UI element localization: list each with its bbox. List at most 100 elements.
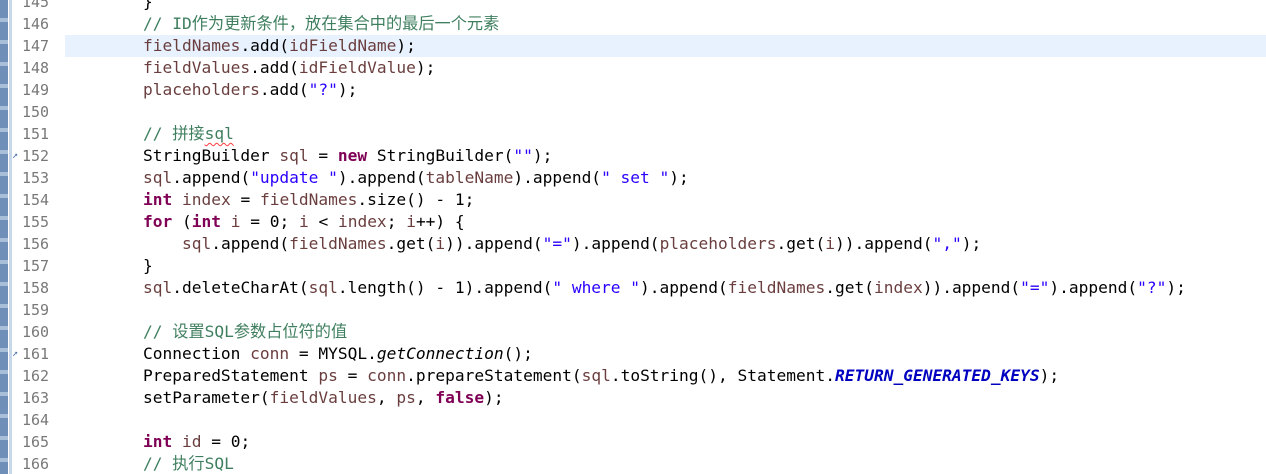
code-line-165[interactable]: 165 int id = 0; (0, 431, 1266, 453)
code-text[interactable]: int id = 0; (65, 431, 250, 453)
code-token: "=" (1020, 278, 1050, 297)
code-line-151[interactable]: 151 // 拼接sql (0, 123, 1266, 145)
code-line-154[interactable]: 154 int index = fieldNames.size() - 1; (0, 189, 1266, 211)
code-line-145[interactable]: 145 } (0, 0, 1266, 13)
code-token: .get( (386, 234, 436, 253)
line-number[interactable]: 147 (22, 35, 62, 57)
line-number[interactable]: 165 (22, 431, 62, 453)
code-token: tableName (425, 168, 514, 187)
code-token: Connection (142, 344, 251, 363)
line-number[interactable]: 153 (22, 167, 62, 189)
code-line-159[interactable]: 159 (0, 299, 1266, 321)
code-token: ps (318, 366, 338, 385)
code-token: i (435, 234, 446, 253)
code-token: for (142, 212, 173, 231)
code-line-153[interactable]: 153 sql.append("update ").append(tableNa… (0, 167, 1266, 189)
line-number[interactable]: 157 (22, 255, 62, 277)
code-token: placeholders (142, 80, 260, 99)
line-number[interactable]: 162 (22, 365, 62, 387)
code-line-166[interactable]: 166 // 执行SQL (0, 453, 1266, 474)
code-text[interactable]: for (int i = 0; i < index; i++) { (65, 211, 465, 233)
override-marker-icon[interactable]: ↗ (12, 151, 22, 161)
code-line-163[interactable]: 163 setParameter(fieldValues, ps, false)… (0, 387, 1266, 409)
code-token: = 0; (201, 432, 251, 451)
code-text[interactable]: fieldValues.add(idFieldValue); (65, 57, 435, 79)
code-text[interactable]: Connection conn = MYSQL.getConnection(); (65, 343, 533, 365)
line-number[interactable]: 150 (22, 101, 62, 123)
code-token: "update " (250, 168, 338, 187)
code-text[interactable]: // 拼接sql (65, 123, 234, 145)
code-token: "=" (542, 234, 572, 253)
line-number[interactable]: 159 (22, 299, 62, 321)
line-number[interactable]: 155 (22, 211, 62, 233)
line-number[interactable]: 148 (22, 57, 62, 79)
code-line-149[interactable]: 149 placeholders.add("?"); (0, 79, 1266, 101)
code-text[interactable]: setParameter(fieldValues, ps, false); (65, 387, 504, 409)
code-token: ); (532, 146, 553, 165)
line-number[interactable]: 154 (22, 189, 62, 211)
code-text[interactable]: sql.append(fieldNames.get(i)).append("="… (65, 233, 981, 255)
code-token: ).append( (337, 168, 426, 187)
code-text[interactable]: StringBuilder sql = new StringBuilder(""… (65, 145, 552, 167)
code-line-148[interactable]: 148 fieldValues.add(idFieldValue); (0, 57, 1266, 79)
code-line-152[interactable]: 152 ↗ StringBuilder sql = new StringBuild… (0, 145, 1266, 167)
code-token: ); (1166, 278, 1186, 297)
line-number[interactable]: 161 (22, 343, 62, 365)
override-marker-icon[interactable]: ↗ (12, 349, 22, 359)
code-text[interactable]: // 设置SQL参数占位符的值 (65, 321, 347, 343)
code-text[interactable]: } (65, 255, 153, 277)
code-token: "," (932, 234, 962, 253)
code-line-150[interactable]: 150 (0, 101, 1266, 123)
code-line-160[interactable]: 160 // 设置SQL参数占位符的值 (0, 321, 1266, 343)
code-text[interactable]: sql.deleteCharAt(sql.length() - 1).appen… (65, 277, 1186, 299)
code-token: ( (172, 212, 192, 231)
code-text[interactable]: // 执行SQL (65, 453, 234, 474)
code-text[interactable]: PreparedStatement ps = conn.prepareState… (65, 365, 1059, 387)
line-number[interactable]: 156 (22, 233, 62, 255)
code-text[interactable]: sql.append("update ").append(tableName).… (65, 167, 689, 189)
code-text[interactable]: // ID作为更新条件，放在集合中的最后一个元素 (65, 13, 499, 35)
code-text[interactable]: } (65, 0, 153, 13)
line-number[interactable]: 145 (22, 0, 62, 13)
code-token: id (181, 432, 202, 451)
code-text[interactable]: placeholders.add("?"); (65, 79, 357, 101)
code-token: } (142, 0, 153, 11)
line-number[interactable]: 151 (22, 123, 62, 145)
line-number[interactable]: 160 (22, 321, 62, 343)
code-token: conn (367, 366, 407, 385)
line-number[interactable]: 164 (22, 409, 62, 431)
code-line-164[interactable]: 164 (0, 409, 1266, 431)
code-token: fieldValues (142, 58, 251, 77)
line-number[interactable]: 152 (22, 145, 62, 167)
code-text[interactable]: fieldNames.add(idFieldName); (65, 35, 416, 57)
line-number[interactable]: 158 (22, 277, 62, 299)
code-token: .add( (250, 58, 299, 77)
code-line-157[interactable]: 157 } (0, 255, 1266, 277)
code-token: StringBuilder (142, 146, 280, 165)
code-token: "?" (308, 80, 338, 99)
code-editor[interactable]: 145 } 146 // ID作为更新条件，放在集合中的最后一个元素 147 fie… (0, 0, 1266, 474)
code-line-156[interactable]: 156 sql.append(fieldNames.get(i)).append… (0, 233, 1266, 255)
code-line-158[interactable]: 158 sql.deleteCharAt(sql.length() - 1).a… (0, 277, 1266, 299)
line-number[interactable]: 166 (22, 453, 62, 474)
code-line-147[interactable]: 147 fieldNames.add(idFieldName); (0, 35, 1266, 57)
code-line-146[interactable]: 146 // ID作为更新条件，放在集合中的最后一个元素 (0, 13, 1266, 35)
line-number[interactable]: 163 (22, 387, 62, 409)
line-number[interactable]: 146 (22, 13, 62, 35)
code-line-161[interactable]: 161 ↗ Connection conn = MYSQL.getConnecti… (0, 343, 1266, 365)
line-number[interactable]: 149 (22, 79, 62, 101)
code-token: = (230, 190, 260, 209)
code-text[interactable]: int index = fieldNames.size() - 1; (65, 189, 474, 211)
code-line-155[interactable]: 155 for (int i = 0; i < index; i++) { (0, 211, 1266, 233)
code-line-162[interactable]: 162 PreparedStatement ps = conn.prepareS… (0, 365, 1266, 387)
code-token: )).append( (835, 234, 933, 253)
